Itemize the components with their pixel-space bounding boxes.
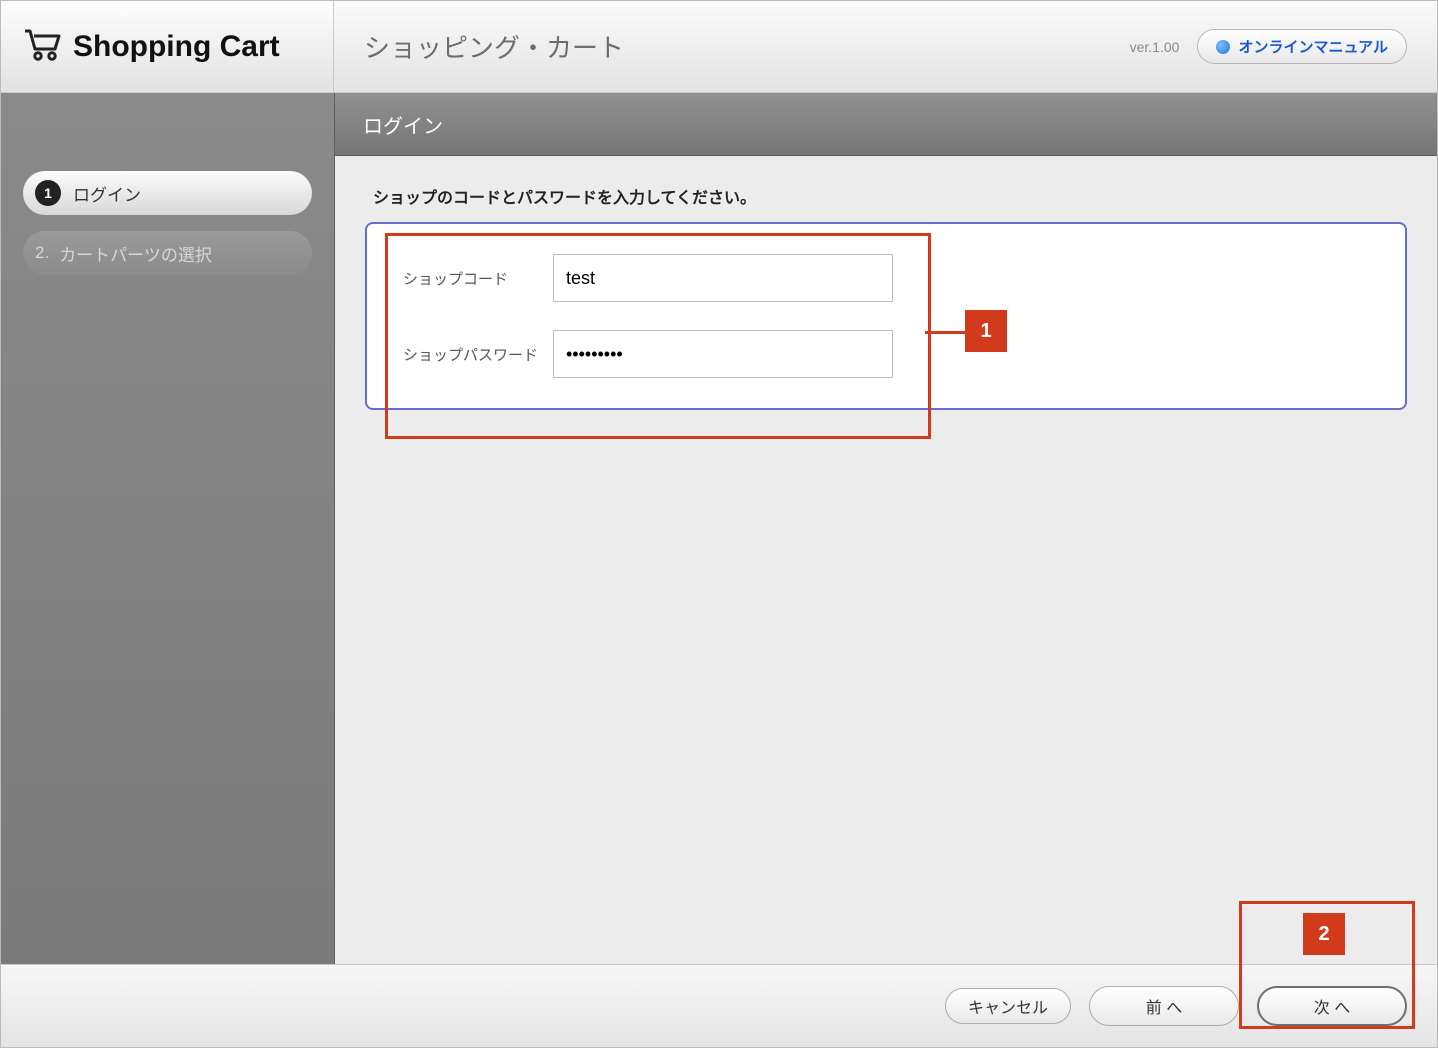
step-number-badge: 1 [35,180,61,206]
main: ログイン ショップのコードとパスワードを入力してください。 ショップコード ショ… [335,93,1437,965]
header-meta: ver.1.00 オンラインマニュアル [1130,29,1407,64]
sidebar: 1 ログイン 2. カートパーツの選択 [1,93,335,965]
login-form-panel: ショップコード ショップパスワード [365,222,1407,410]
shop-password-row: ショップパスワード [403,330,1369,378]
footer: キャンセル 前 へ 次 へ [1,964,1437,1047]
sidebar-step-label: カートパーツの選択 [59,241,212,266]
page-title: ショッピング・カート [364,28,624,65]
next-button[interactable]: 次 へ [1257,986,1407,1026]
instruction-text: ショップのコードとパスワードを入力してください。 [373,184,1407,208]
content: ショップのコードとパスワードを入力してください。 ショップコード ショップパスワ… [335,156,1437,438]
sidebar-step-login[interactable]: 1 ログイン [23,171,312,215]
header: Shopping Cart ショッピング・カート ver.1.00 オンラインマ… [1,1,1437,93]
callout-1-label: 1 [965,310,1007,352]
section-header: ログイン [335,93,1437,156]
section-title: ログイン [363,110,443,139]
online-manual-button[interactable]: オンラインマニュアル [1197,29,1407,64]
callout-2-label: 2 [1303,913,1345,955]
shop-password-label: ショップパスワード [403,344,553,365]
cancel-button[interactable]: キャンセル [945,988,1071,1024]
shop-code-label: ショップコード [403,268,553,289]
app-window: Shopping Cart ショッピング・カート ver.1.00 オンラインマ… [0,0,1438,1048]
prev-button[interactable]: 前 へ [1089,986,1239,1026]
cart-icon [23,27,63,66]
globe-icon [1216,40,1230,54]
app-title: Shopping Cart [73,30,280,64]
body: 1 ログイン 2. カートパーツの選択 ログイン ショップのコードとパスワードを… [1,93,1437,965]
shop-code-input[interactable] [553,254,893,302]
step-number: 2. [35,243,49,263]
shop-password-input[interactable] [553,330,893,378]
online-manual-label: オンラインマニュアル [1238,36,1388,57]
sidebar-step-label: ログイン [73,181,141,206]
header-brand: Shopping Cart [1,1,334,93]
callout-1-connector [925,331,965,334]
shop-code-row: ショップコード [403,254,1369,302]
header-main: ショッピング・カート ver.1.00 オンラインマニュアル [334,1,1437,93]
version-label: ver.1.00 [1130,39,1180,55]
sidebar-step-cart-parts[interactable]: 2. カートパーツの選択 [23,231,312,275]
